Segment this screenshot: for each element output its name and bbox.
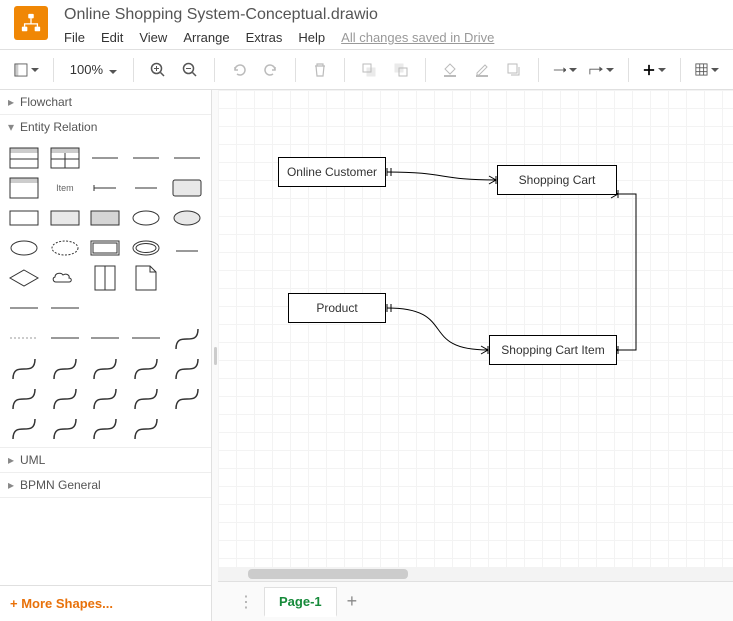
shape-curve12[interactable] (6, 415, 43, 441)
table-icon[interactable] (691, 56, 723, 84)
shape-slim3[interactable] (128, 325, 165, 351)
to-front-icon[interactable] (355, 56, 383, 84)
fill-color-icon[interactable] (436, 56, 464, 84)
shape-hr2[interactable] (47, 295, 84, 321)
shape-cloud[interactable] (47, 265, 84, 291)
menu-edit[interactable]: Edit (101, 30, 123, 45)
shape-underline[interactable] (168, 235, 205, 261)
shape-line1[interactable] (87, 175, 124, 201)
shape-curve15[interactable] (128, 415, 165, 441)
shape-dash[interactable] (6, 325, 43, 351)
shape-curve11[interactable] (168, 385, 205, 411)
shape-curve2[interactable] (6, 355, 43, 381)
shape-curve6[interactable] (168, 355, 205, 381)
shape-curve4[interactable] (87, 355, 124, 381)
zoom-value: 100% (70, 62, 103, 77)
shape-curve5[interactable] (128, 355, 165, 381)
shape-double-rect[interactable] (87, 235, 124, 261)
panel-bpmn-label: BPMN General (20, 478, 101, 492)
shape-diamond[interactable] (6, 265, 43, 291)
zoom-level[interactable]: 100% (64, 62, 123, 77)
menu-extras[interactable]: Extras (246, 30, 283, 45)
shape-table2[interactable] (47, 145, 84, 171)
shape-curve10[interactable] (128, 385, 165, 411)
node-shopping-cart-item[interactable]: Shopping Cart Item (489, 335, 617, 365)
add-page-button[interactable]: + (337, 591, 368, 612)
node-product[interactable]: Product (288, 293, 386, 323)
to-back-icon[interactable] (387, 56, 415, 84)
menu-view[interactable]: View (139, 30, 167, 45)
shape-line2[interactable] (128, 175, 165, 201)
panel-flowchart[interactable]: ▸Flowchart (0, 90, 211, 114)
shape-ellipse3[interactable] (6, 235, 43, 261)
shape-slim1[interactable] (47, 325, 84, 351)
undo-icon[interactable] (225, 56, 253, 84)
shape-rect3[interactable] (87, 205, 124, 231)
shape-table[interactable] (6, 145, 43, 171)
shape-ellipse4[interactable] (47, 235, 84, 261)
more-shapes-button[interactable]: + More Shapes... (0, 585, 211, 621)
panel-entity-relation[interactable]: ▾Entity Relation (0, 115, 211, 139)
shape-list[interactable] (6, 175, 43, 201)
shape-doc[interactable] (128, 265, 165, 291)
shape-curve14[interactable] (87, 415, 124, 441)
panel-uml[interactable]: ▸UML (0, 448, 211, 472)
menu-arrange[interactable]: Arrange (183, 30, 229, 45)
shape-ellipse1[interactable] (128, 205, 165, 231)
save-status[interactable]: All changes saved in Drive (341, 30, 494, 45)
shape-row3[interactable] (168, 145, 205, 171)
shape-slim2[interactable] (87, 325, 124, 351)
insert-icon[interactable] (639, 56, 670, 84)
redo-icon[interactable] (257, 56, 285, 84)
shape-note[interactable] (87, 265, 124, 291)
panel-uml-label: UML (20, 453, 45, 467)
shape-curve8[interactable] (47, 385, 84, 411)
shape-rect1[interactable] (6, 205, 43, 231)
shape-curve9[interactable] (87, 385, 124, 411)
panel-entity-relation-label: Entity Relation (20, 120, 97, 134)
shape-curve7[interactable] (6, 385, 43, 411)
shape-row2[interactable] (128, 145, 165, 171)
diagram-canvas[interactable]: Online Customer Shopping Cart Product Sh… (218, 90, 733, 581)
panel-flowchart-label: Flowchart (20, 95, 72, 109)
shape-curve1[interactable] (168, 325, 205, 351)
shape-item[interactable]: Item (47, 175, 84, 201)
view-dropdown[interactable] (10, 56, 43, 84)
menu-help[interactable]: Help (298, 30, 325, 45)
shape-double-ellipse[interactable] (128, 235, 165, 261)
horizontal-scrollbar[interactable] (218, 567, 733, 581)
shape-row[interactable] (87, 145, 124, 171)
shape-curve13[interactable] (47, 415, 84, 441)
shadow-icon[interactable] (500, 56, 528, 84)
zoom-out-icon[interactable] (176, 56, 204, 84)
node-shopping-cart[interactable]: Shopping Cart (497, 165, 617, 195)
shape-entity[interactable] (168, 175, 205, 201)
connection-icon[interactable] (549, 56, 582, 84)
delete-icon[interactable] (306, 56, 334, 84)
zoom-in-icon[interactable] (144, 56, 172, 84)
tab-page-1[interactable]: Page-1 (264, 587, 337, 617)
node-online-customer[interactable]: Online Customer (278, 157, 386, 187)
waypoints-icon[interactable] (585, 56, 618, 84)
menu-file[interactable]: File (64, 30, 85, 45)
shape-curve3[interactable] (47, 355, 84, 381)
shape-ellipse2[interactable] (168, 205, 205, 231)
panel-bpmn[interactable]: ▸BPMN General (0, 473, 211, 497)
shapes-palette: Item (0, 139, 211, 447)
shape-rect2[interactable] (47, 205, 84, 231)
pages-menu-icon[interactable]: ⋮ (228, 592, 264, 612)
line-color-icon[interactable] (468, 56, 496, 84)
document-title[interactable]: Online Shopping System-Conceptual.drawio (64, 6, 494, 24)
app-logo[interactable] (14, 6, 48, 40)
shape-hr[interactable] (6, 295, 43, 321)
